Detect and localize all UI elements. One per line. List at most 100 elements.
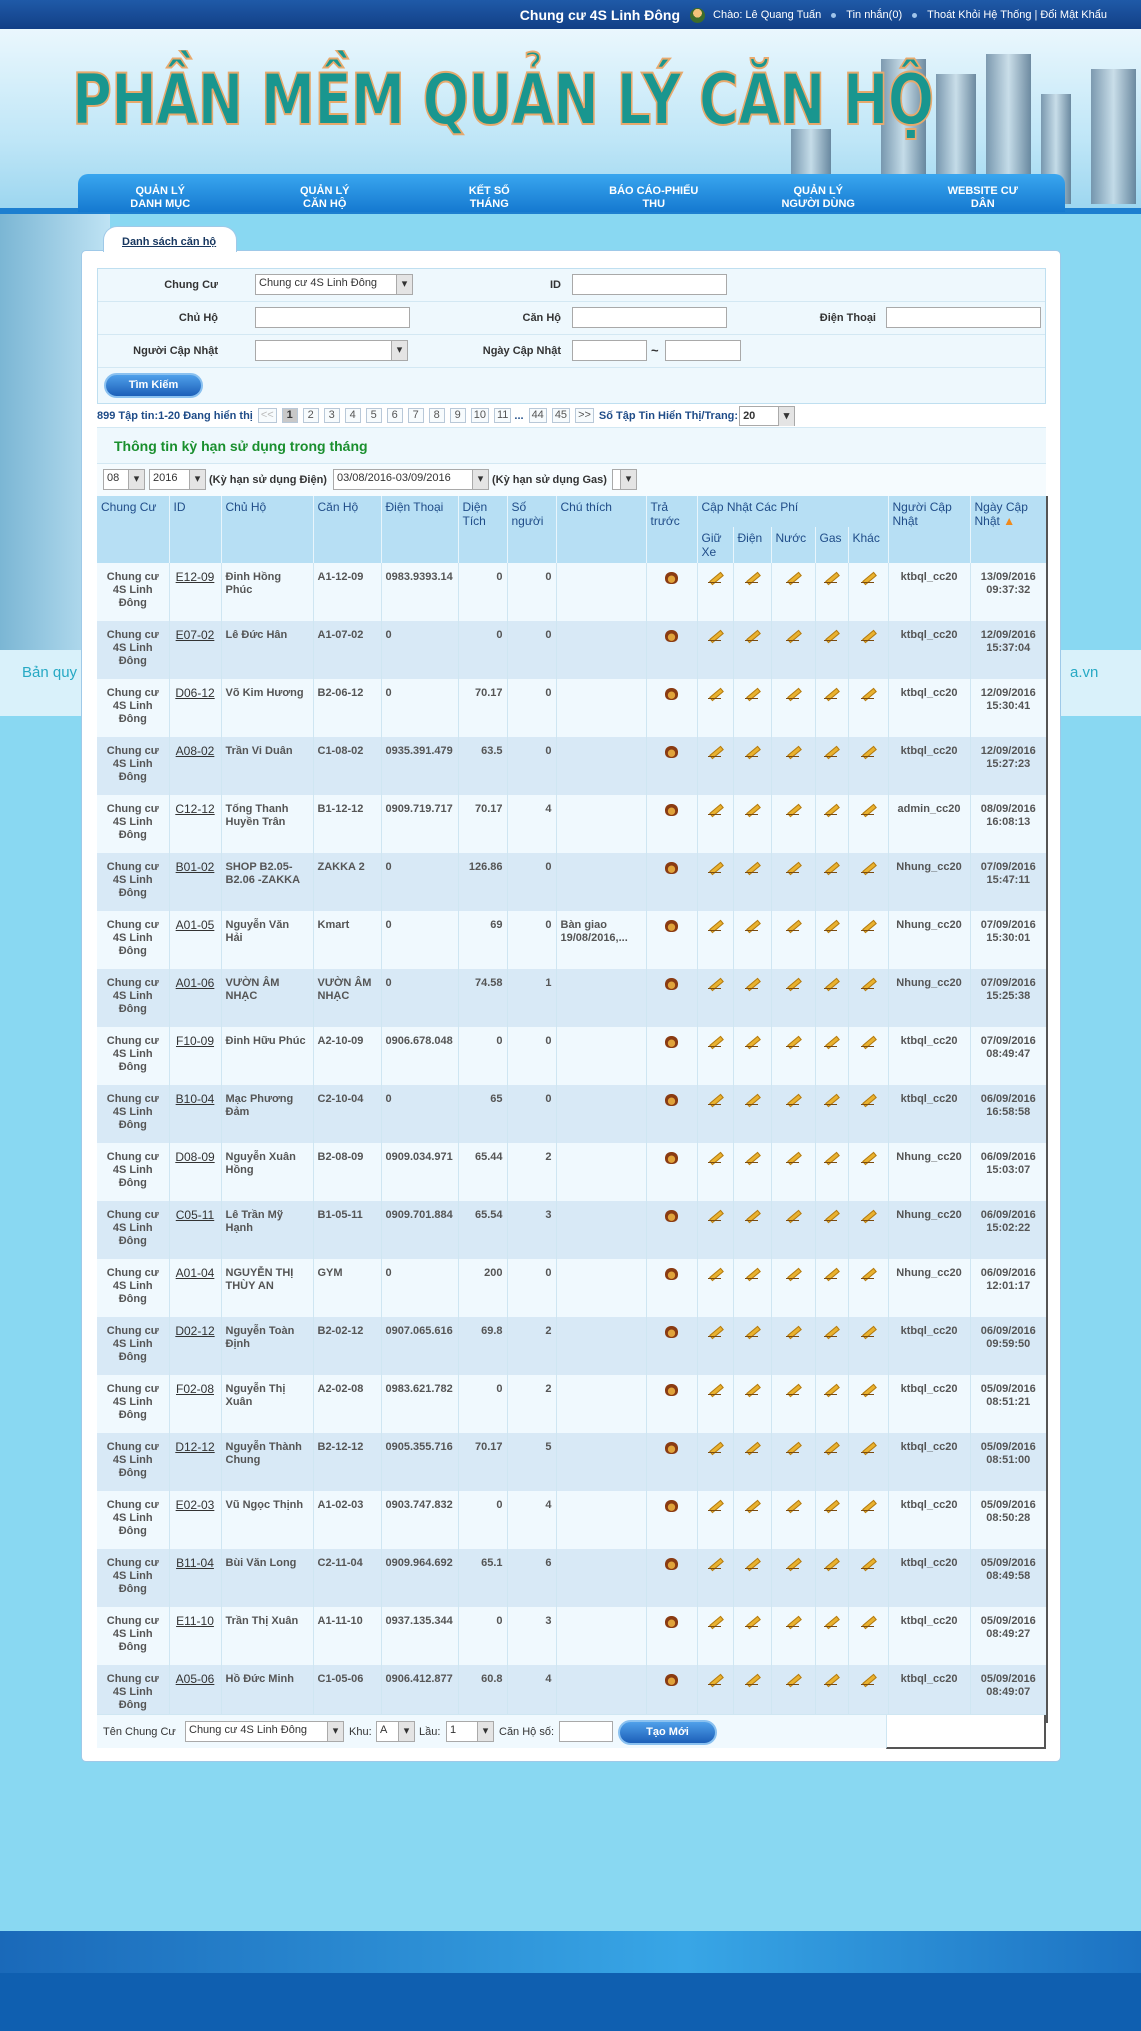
edit-dien-icon[interactable] (744, 803, 760, 816)
edit-gas-icon[interactable] (824, 861, 839, 874)
can-ho-so-input[interactable] (559, 1721, 613, 1742)
edit-khac-icon[interactable] (860, 977, 876, 990)
nav-item-quan-ly-can-ho[interactable]: QUẢN LÝ CĂN HỘ (243, 174, 408, 212)
edit-gas-icon[interactable] (824, 571, 839, 584)
apartment-id-link[interactable]: C05-11 (176, 1208, 214, 1222)
apartment-id-link[interactable]: F10-09 (176, 1034, 214, 1048)
apartment-id-link[interactable]: E12-09 (176, 570, 215, 584)
edit-gas-icon[interactable] (824, 1383, 839, 1396)
apartment-id-link[interactable]: A05-06 (176, 1672, 215, 1686)
apartment-id-link[interactable]: E11-10 (176, 1614, 214, 1628)
edit-nuoc-icon[interactable] (785, 629, 801, 642)
edit-giu-xe-icon[interactable] (707, 1383, 723, 1396)
search-button[interactable]: Tìm Kiếm (104, 373, 203, 398)
edit-gas-icon[interactable] (824, 1673, 839, 1686)
pager-page[interactable]: 10 (470, 408, 489, 423)
col-can-ho[interactable]: Căn Hộ (313, 496, 382, 563)
edit-giu-xe-icon[interactable] (707, 629, 723, 642)
edit-khac-icon[interactable] (860, 1209, 876, 1222)
money-bag-icon[interactable] (665, 920, 678, 932)
edit-khac-icon[interactable] (860, 861, 876, 874)
money-bag-icon[interactable] (665, 1268, 678, 1280)
edit-gas-icon[interactable] (824, 919, 839, 932)
edit-gas-icon[interactable] (824, 977, 839, 990)
tab-danh-sach-can-ho[interactable]: Danh sách căn hộ (103, 226, 237, 252)
chung-cu-select[interactable]: Chung cư 4S Linh Đông (255, 274, 413, 295)
edit-nuoc-icon[interactable] (785, 1499, 801, 1512)
money-bag-icon[interactable] (665, 1500, 678, 1512)
nav-item-website-cu-dan[interactable]: WEBSITE CƯ DÂN (901, 174, 1066, 212)
edit-giu-xe-icon[interactable] (707, 1499, 723, 1512)
edit-dien-icon[interactable] (744, 1209, 760, 1222)
edit-dien-icon[interactable] (744, 687, 760, 700)
edit-nuoc-icon[interactable] (785, 1035, 801, 1048)
id-input[interactable] (572, 274, 727, 295)
money-bag-icon[interactable] (665, 1442, 678, 1454)
money-bag-icon[interactable] (665, 1094, 678, 1106)
money-bag-icon[interactable] (665, 1326, 678, 1338)
messages-link[interactable]: Tin nhắn(0) (846, 9, 902, 21)
money-bag-icon[interactable] (665, 688, 678, 700)
edit-giu-xe-icon[interactable] (707, 1035, 723, 1048)
apartment-id-link[interactable]: F02-08 (176, 1382, 214, 1396)
nav-item-quan-ly-nguoi-dung[interactable]: QUẢN LÝ NGƯỜI DÙNG (736, 174, 901, 212)
pager-page[interactable]: 7 (407, 408, 424, 423)
apartment-id-link[interactable]: D06-12 (175, 686, 214, 700)
edit-gas-icon[interactable] (824, 1557, 839, 1570)
edit-gas-icon[interactable] (824, 1267, 839, 1280)
edit-khac-icon[interactable] (860, 1093, 876, 1106)
edit-giu-xe-icon[interactable] (707, 1441, 723, 1454)
col-nguoi-cap-nhat[interactable]: Người Cập Nhật (888, 496, 971, 563)
edit-dien-icon[interactable] (744, 1325, 760, 1338)
edit-khac-icon[interactable] (860, 745, 876, 758)
edit-khac-icon[interactable] (860, 687, 876, 700)
date-to-input[interactable] (665, 340, 741, 361)
col-dien-tich[interactable]: Diện Tích (458, 496, 508, 563)
edit-nuoc-icon[interactable] (785, 1209, 801, 1222)
edit-giu-xe-icon[interactable] (707, 977, 723, 990)
edit-khac-icon[interactable] (860, 1267, 876, 1280)
edit-dien-icon[interactable] (744, 1615, 760, 1628)
edit-dien-icon[interactable] (744, 745, 760, 758)
money-bag-icon[interactable] (665, 804, 678, 816)
money-bag-icon[interactable] (665, 1152, 678, 1164)
col-ngay-cap-nhat[interactable]: Ngày Cập Nhật ▲ (970, 496, 1048, 563)
edit-gas-icon[interactable] (824, 803, 839, 816)
edit-gas-icon[interactable] (824, 1441, 839, 1454)
apartment-id-link[interactable]: E02-03 (176, 1498, 215, 1512)
edit-nuoc-icon[interactable] (785, 861, 801, 874)
money-bag-icon[interactable] (665, 1616, 678, 1628)
edit-gas-icon[interactable] (824, 1499, 839, 1512)
edit-nuoc-icon[interactable] (785, 1441, 801, 1454)
edit-giu-xe-icon[interactable] (707, 1093, 723, 1106)
edit-nuoc-icon[interactable] (785, 571, 801, 584)
edit-gas-icon[interactable] (824, 687, 839, 700)
money-bag-icon[interactable] (665, 862, 678, 874)
edit-giu-xe-icon[interactable] (707, 571, 723, 584)
edit-dien-icon[interactable] (744, 1093, 760, 1106)
create-button[interactable]: Tạo Mới (618, 1720, 717, 1745)
edit-gas-icon[interactable] (824, 1035, 839, 1048)
money-bag-icon[interactable] (665, 1210, 678, 1222)
year-select[interactable]: 2016 (149, 469, 206, 490)
edit-khac-icon[interactable] (860, 1035, 876, 1048)
apartment-id-link[interactable]: A01-05 (176, 918, 215, 932)
pager-prev[interactable]: << (257, 408, 277, 423)
logout-link[interactable]: Thoát Khỏi Hệ Thống (927, 9, 1031, 21)
pager-page[interactable]: 44 (528, 408, 547, 423)
edit-khac-icon[interactable] (860, 1499, 876, 1512)
edit-khac-icon[interactable] (860, 1383, 876, 1396)
edit-giu-xe-icon[interactable] (707, 1209, 723, 1222)
apartment-id-link[interactable]: D02-12 (175, 1324, 214, 1338)
apartment-id-link[interactable]: D08-09 (175, 1150, 214, 1164)
edit-giu-xe-icon[interactable] (707, 687, 723, 700)
edit-dien-icon[interactable] (744, 1035, 760, 1048)
edit-dien-icon[interactable] (744, 861, 760, 874)
edit-nuoc-icon[interactable] (785, 1093, 801, 1106)
money-bag-icon[interactable] (665, 1384, 678, 1396)
edit-nuoc-icon[interactable] (785, 687, 801, 700)
edit-nuoc-icon[interactable] (785, 1151, 801, 1164)
col-chu-ho[interactable]: Chủ Hộ (221, 496, 314, 563)
edit-nuoc-icon[interactable] (785, 1267, 801, 1280)
edit-gas-icon[interactable] (824, 629, 839, 642)
